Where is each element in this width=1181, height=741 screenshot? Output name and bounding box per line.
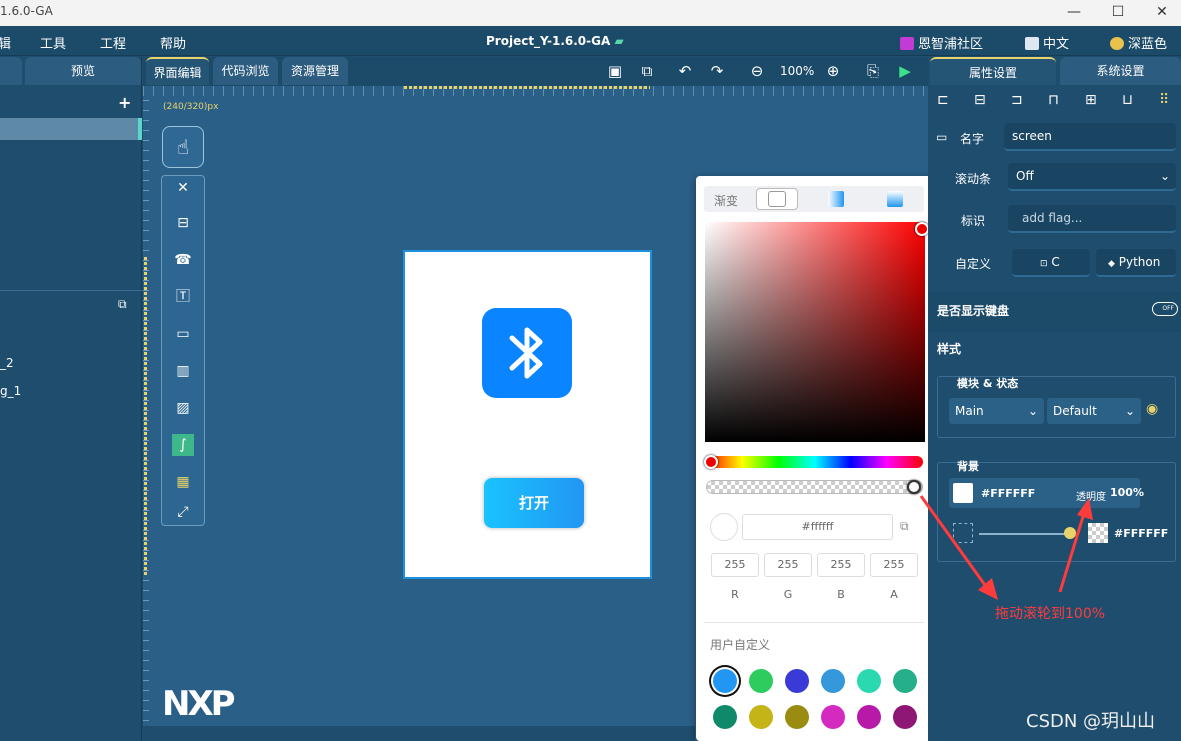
annotation-arrows bbox=[919, 495, 1093, 600]
annotation-text: 拖动滚轮到100% bbox=[995, 606, 1106, 622]
watermark: CSDN @玥山山 bbox=[1026, 711, 1156, 732]
